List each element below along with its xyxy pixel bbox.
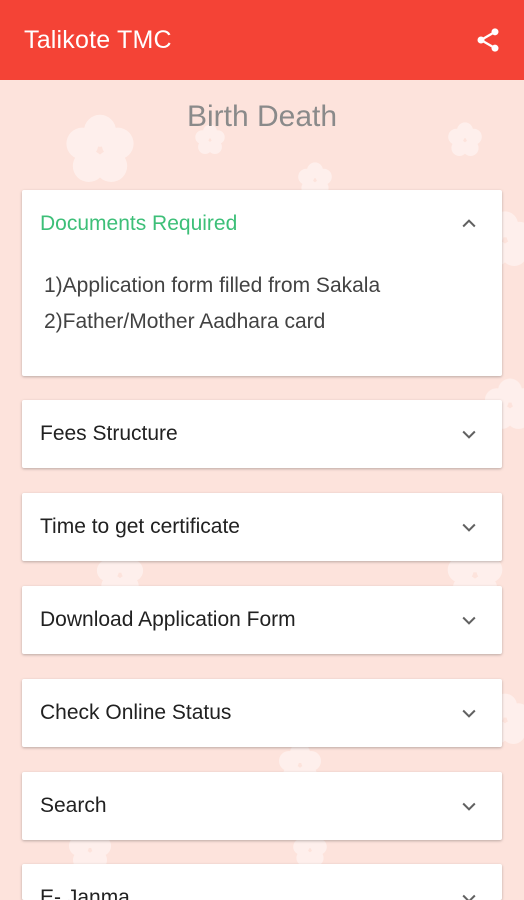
- accordion-label: Fees Structure: [40, 422, 178, 445]
- chevron-down-icon: [458, 516, 480, 538]
- page-title: Birth Death: [186, 100, 338, 133]
- chevron-down-icon: [458, 795, 480, 817]
- accordion-fees-structure[interactable]: Fees Structure: [22, 400, 502, 468]
- accordion-header-documents-required[interactable]: Documents Required: [22, 190, 502, 258]
- share-button[interactable]: [472, 24, 504, 56]
- chevron-down-icon: [458, 887, 480, 900]
- document-item: 1)Application form filled from Sakala: [44, 274, 381, 297]
- chevron-down-icon: [458, 609, 480, 631]
- document-item: 2)Father/Mother Aadhara card: [44, 310, 326, 333]
- chevron-down-icon: [458, 423, 480, 445]
- accordion-e-janma[interactable]: E- Janma: [22, 864, 502, 900]
- accordion-check-online-status[interactable]: Check Online Status: [22, 679, 502, 747]
- accordion-label: Documents Required: [40, 212, 238, 235]
- accordion-documents-required: Documents Required 1)Application form fi…: [22, 190, 502, 376]
- accordion-label: Search: [40, 794, 107, 817]
- accordion-download-application-form[interactable]: Download Application Form: [22, 586, 502, 654]
- app-bar: Talikote TMC: [0, 0, 524, 80]
- chevron-up-icon: [458, 213, 480, 235]
- accordion-header[interactable]: Time to get certificate: [22, 493, 502, 561]
- chevron-down-icon: [458, 702, 480, 724]
- accordion-body-documents-required: 1)Application form filled from Sakala 2)…: [22, 258, 502, 358]
- accordion-header[interactable]: Check Online Status: [22, 679, 502, 747]
- accordion-header[interactable]: E- Janma: [22, 864, 502, 900]
- accordion-label: Download Application Form: [40, 608, 296, 631]
- accordion-header[interactable]: Fees Structure: [22, 400, 502, 468]
- accordion-label: E- Janma: [40, 886, 130, 900]
- accordion-header[interactable]: Search: [22, 772, 502, 840]
- accordion-search[interactable]: Search: [22, 772, 502, 840]
- accordion-label: Time to get certificate: [40, 515, 240, 538]
- accordion-label: Check Online Status: [40, 701, 232, 724]
- accordion-header[interactable]: Download Application Form: [22, 586, 502, 654]
- app-title: Talikote TMC: [24, 25, 172, 54]
- accordion-time-to-get-certificate[interactable]: Time to get certificate: [22, 493, 502, 561]
- share-icon: [477, 28, 499, 52]
